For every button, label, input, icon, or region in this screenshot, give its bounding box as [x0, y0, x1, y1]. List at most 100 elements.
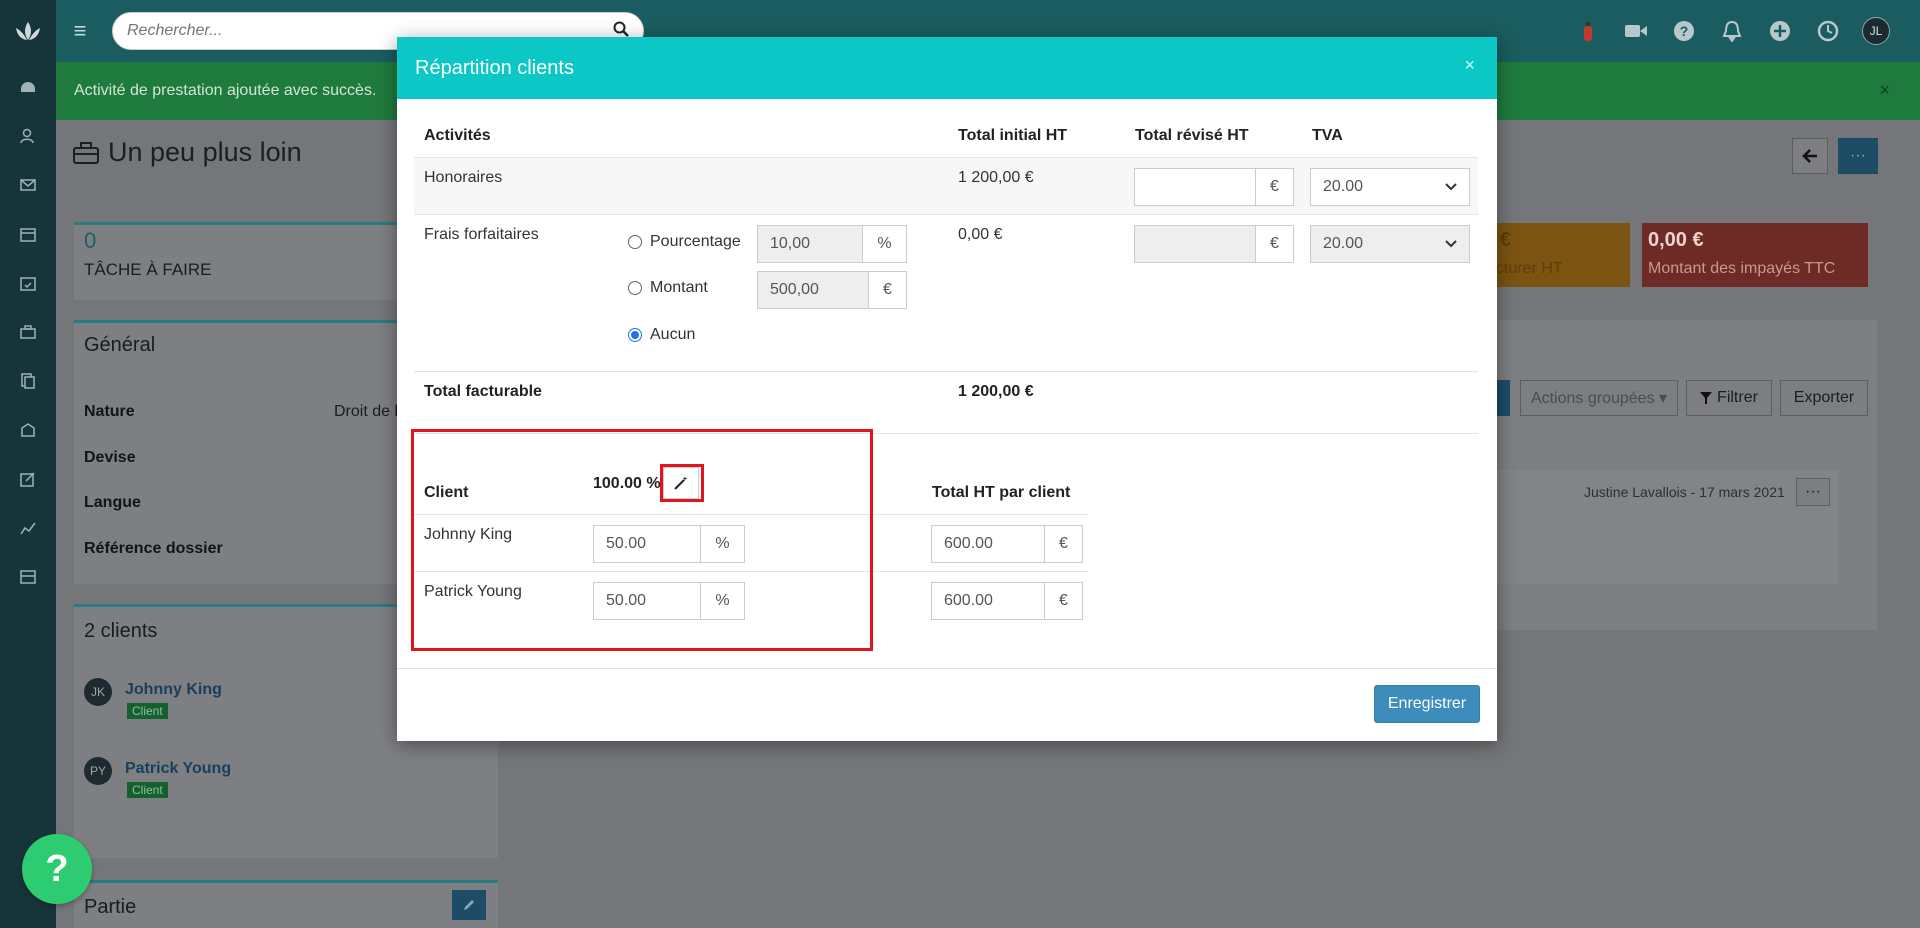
client-link[interactable]: Johnny King [125, 681, 222, 699]
notification-message: Activité de prestation ajoutée avec succ… [74, 82, 377, 99]
radio-button[interactable] [628, 235, 642, 249]
radio-button[interactable] [628, 281, 642, 295]
partie-heading: Partie [84, 896, 137, 918]
app-logo[interactable] [0, 0, 56, 62]
chevron-down-icon [1445, 183, 1457, 191]
total-facturable-value: 1 200,00 € [958, 383, 1034, 400]
revised-input-group: € [1134, 168, 1294, 206]
filter-label: Filtrer [1717, 389, 1758, 406]
chart-icon[interactable] [0, 503, 56, 552]
client-amount-group: 600.00 € [931, 582, 1083, 620]
revised-input-group: € [1134, 225, 1294, 263]
notification-close-icon[interactable]: × [1879, 80, 1890, 101]
activity-name: Frais forfaitaires [424, 226, 539, 243]
tva-select[interactable]: 20.00 [1310, 225, 1470, 263]
fire-extinguisher-icon[interactable] [1574, 17, 1602, 45]
client-avatar: JK [84, 678, 112, 706]
pencil-icon [464, 900, 474, 910]
page-title: Un peu plus loin [72, 137, 302, 168]
radio-aucun[interactable]: Aucun [628, 326, 695, 344]
pourcentage-input-group: 10,00 % [757, 225, 907, 263]
euro-addon: € [1045, 582, 1083, 620]
back-button[interactable] [1792, 138, 1828, 174]
modal-title: Répartition clients [415, 56, 574, 79]
video-icon[interactable] [1622, 17, 1650, 45]
activity-initial: 0,00 € [958, 226, 1003, 243]
field-nature-label: Nature [84, 403, 135, 420]
client-link[interactable]: Patrick Young [125, 760, 231, 778]
client-amount-input[interactable]: 600.00 [931, 582, 1045, 620]
contacts-icon[interactable] [0, 111, 56, 160]
highlight-box-wand [660, 464, 704, 502]
bell-icon[interactable] [1718, 17, 1746, 45]
save-button[interactable]: Enregistrer [1374, 685, 1480, 723]
client-amount-group: 600.00 € [931, 525, 1083, 563]
documents-icon[interactable] [0, 356, 56, 405]
client-badge: Client [127, 782, 168, 798]
calendar-check-icon[interactable] [0, 258, 56, 307]
help-chat-button[interactable]: ? [22, 834, 92, 904]
client-badge: Client [127, 703, 168, 719]
sidebar [0, 0, 56, 928]
dashboard-icon[interactable] [0, 62, 56, 111]
menu-icon[interactable]: ≡ [56, 0, 104, 62]
footer-divider [397, 668, 1497, 669]
tasks-count: 0 [84, 228, 97, 253]
clients-heading: 2 clients [84, 620, 158, 642]
grouped-actions-button[interactable]: Actions groupées ▾ [1520, 380, 1678, 416]
radio-label: Montant [650, 279, 708, 296]
export-button[interactable]: Exporter [1780, 380, 1868, 416]
kpi-card: € cturer HT [1490, 223, 1630, 287]
radio-montant[interactable]: Montant [628, 279, 708, 297]
chevron-down-icon [1445, 240, 1457, 248]
revised-input[interactable] [1134, 168, 1256, 206]
total-facturable-label: Total facturable [424, 383, 542, 400]
svg-text:?: ? [1680, 23, 1689, 39]
header-total-per-client: Total HT par client [932, 484, 1071, 501]
currency-addon: € [1256, 225, 1294, 263]
revised-input[interactable] [1134, 225, 1256, 263]
montant-input[interactable]: 500,00 [757, 271, 869, 309]
clock-icon[interactable] [1814, 17, 1842, 45]
radio-label: Pourcentage [650, 233, 741, 250]
pourcentage-input[interactable]: 10,00 [757, 225, 863, 263]
timeline-meta: Justine Lavallois - 17 mars 2021 [1584, 484, 1785, 500]
timeline-more-button[interactable]: ··· [1796, 478, 1830, 506]
radio-button-checked[interactable] [628, 328, 642, 342]
close-icon[interactable]: × [1464, 55, 1475, 76]
mail-icon[interactable] [0, 160, 56, 209]
user-avatar[interactable]: JL [1862, 17, 1890, 45]
client-amount-input[interactable]: 600.00 [931, 525, 1045, 563]
billing-icon[interactable] [0, 405, 56, 454]
divider [414, 371, 1478, 372]
euro-addon: € [869, 271, 907, 309]
radio-pourcentage[interactable]: Pourcentage [628, 233, 741, 251]
kpi-value: € [1500, 229, 1512, 251]
tva-select[interactable]: 20.00 [1310, 168, 1470, 206]
arrow-left-icon [1802, 149, 1817, 163]
currency-addon: € [1256, 168, 1294, 206]
tva-select-value: 20.00 [1323, 178, 1364, 195]
briefcase-icon[interactable] [0, 307, 56, 356]
radio-label: Aucun [650, 326, 696, 343]
add-icon[interactable] [1766, 17, 1794, 45]
filter-button[interactable]: Filtrer [1686, 380, 1772, 416]
filter-icon [1700, 392, 1713, 404]
header-total-initial: Total initial HT [958, 127, 1068, 144]
edit-partie-button[interactable] [452, 890, 486, 920]
primary-action-button[interactable] [1496, 380, 1510, 416]
highlight-box-split [411, 429, 873, 651]
tasks-label: TÂCHE À FAIRE [84, 260, 212, 279]
kpi-card: 0,00 € Montant des impayés TTC [1642, 223, 1868, 287]
more-button[interactable]: ··· [1838, 138, 1878, 174]
client-avatar: PY [84, 757, 112, 785]
calendar-icon[interactable] [0, 209, 56, 258]
montant-input-group: 500,00 € [757, 271, 907, 309]
help-icon[interactable]: ? [1670, 17, 1698, 45]
header-activities: Activités [424, 127, 491, 144]
kpi-label: Montant des impayés TTC [1648, 260, 1836, 277]
edit-icon[interactable] [0, 454, 56, 503]
table-icon[interactable] [0, 552, 56, 601]
activity-name: Honoraires [424, 169, 503, 186]
kpi-label: cturer HT [1496, 260, 1563, 277]
